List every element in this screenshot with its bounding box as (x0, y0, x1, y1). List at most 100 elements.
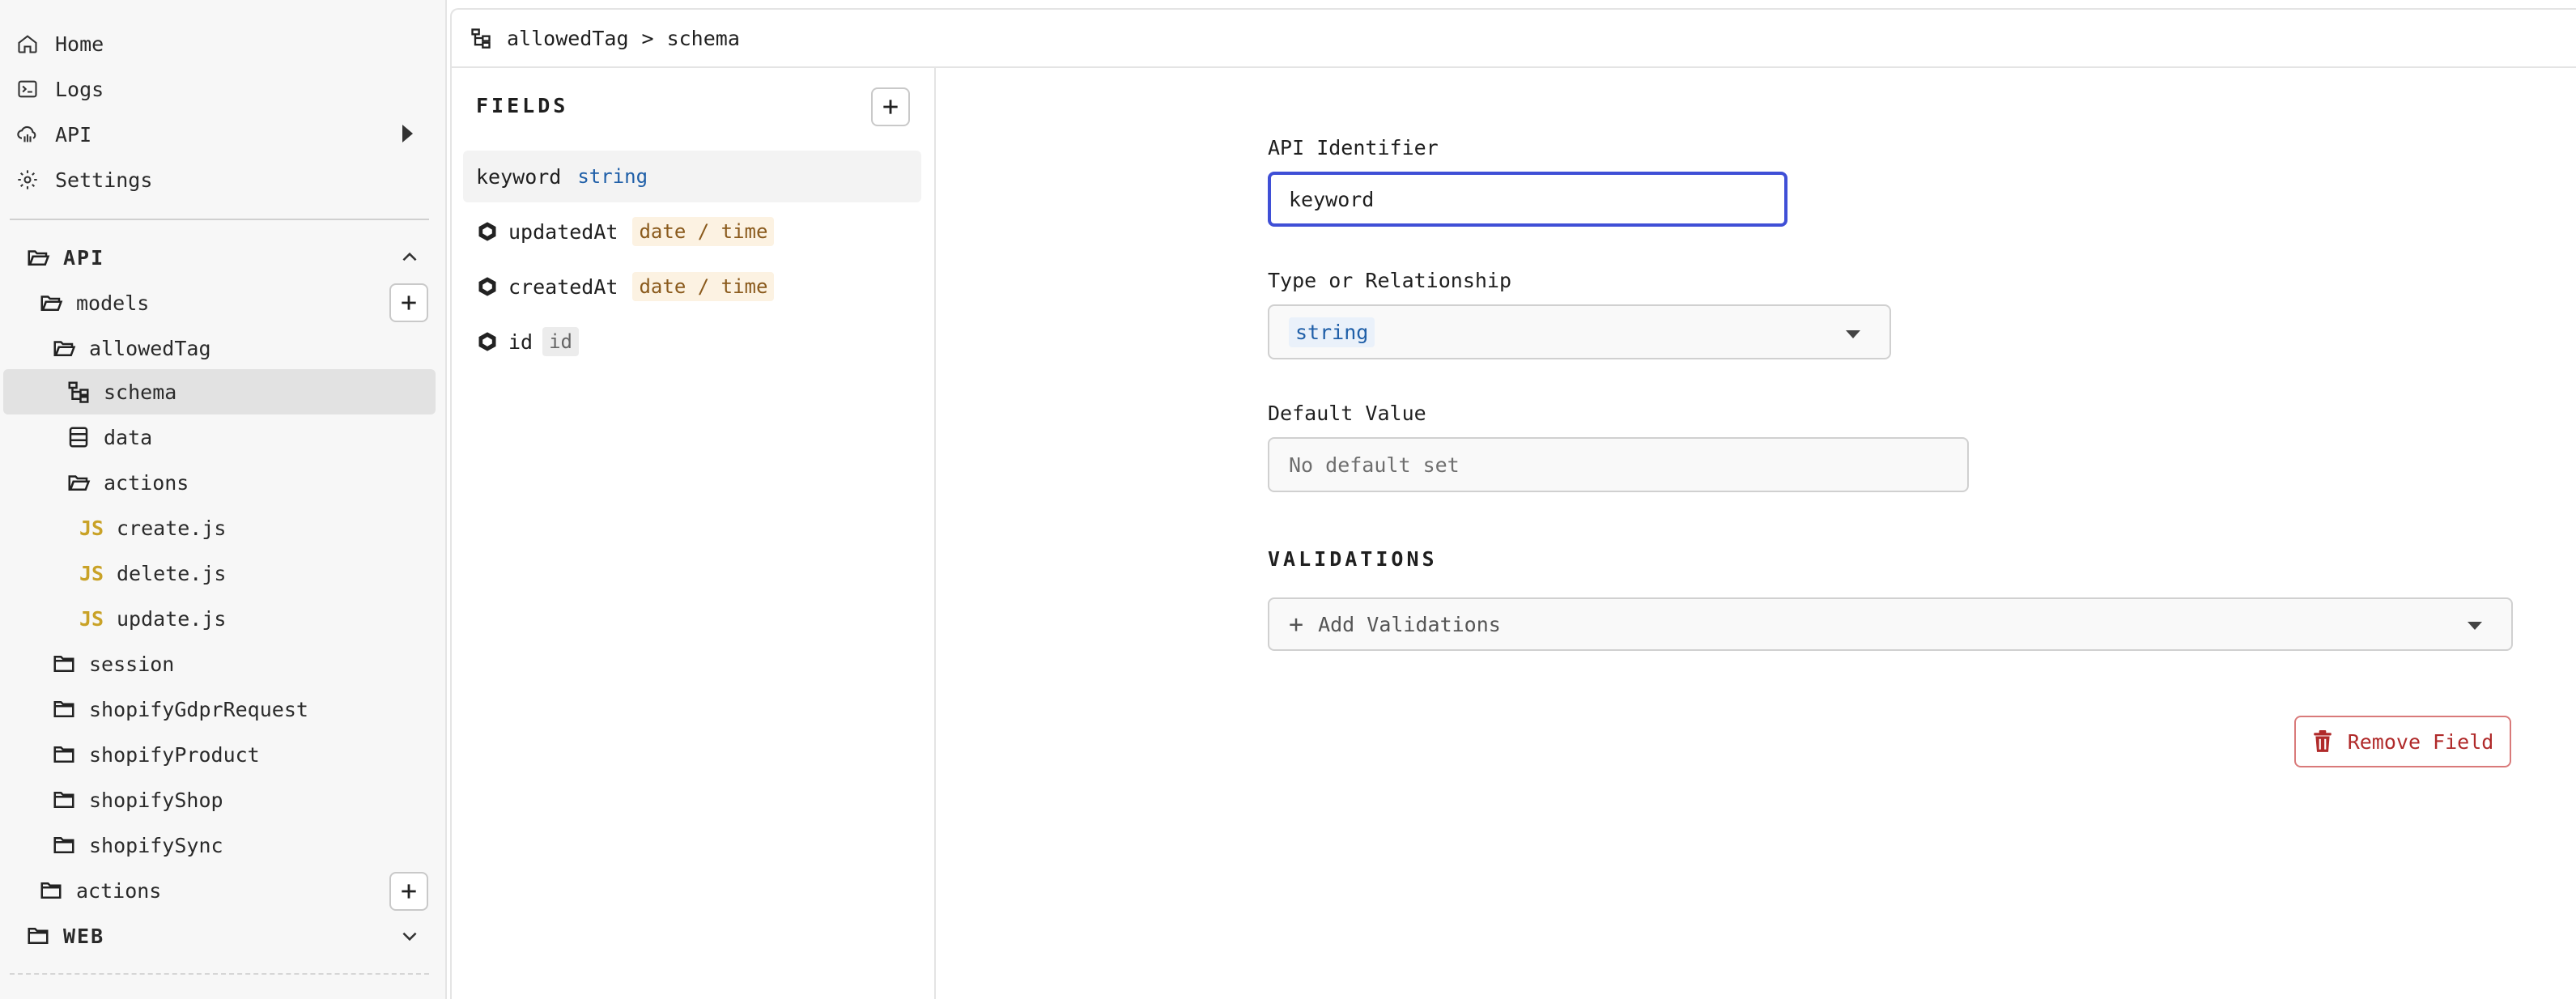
tree-item-label: models (76, 291, 150, 315)
plus-icon: + (1289, 610, 1304, 639)
field-type-badge: id (542, 327, 580, 356)
tree-item-label: actions (76, 878, 162, 903)
breadcrumb-separator: > (641, 26, 654, 50)
tree-item-label: update.js (117, 606, 227, 631)
home-icon (18, 35, 37, 53)
tree-item-model[interactable]: session (52, 643, 174, 685)
chevron-up-icon[interactable] (399, 247, 420, 268)
sidebar: Home Logs API Settings API models allowe… (0, 0, 447, 999)
field-type-badge: string (577, 165, 648, 188)
chevron-down-icon[interactable] (399, 925, 420, 946)
folder-open-icon (28, 250, 50, 266)
folder-icon (53, 837, 74, 853)
folder-open-icon (68, 475, 91, 491)
system-field-icon (478, 332, 496, 351)
gear-icon (18, 170, 37, 189)
remove-field-label: Remove Field (2347, 729, 2494, 754)
system-field-icon (478, 277, 496, 296)
field-name: updatedAt (508, 219, 618, 244)
add-validations-dropdown[interactable]: + Add Validations (1268, 597, 2513, 651)
tree-item-label: data (104, 425, 153, 449)
tree-item-label: shopifySync (89, 833, 223, 857)
folder-icon (53, 746, 74, 763)
add-field-button[interactable] (871, 87, 910, 126)
plus-icon (883, 100, 898, 114)
api-identifier-input[interactable] (1289, 187, 1784, 211)
tree-item-file[interactable]: JS create.js (79, 507, 226, 549)
nav-api[interactable]: API (16, 113, 431, 155)
fields-panel: FIELDS keyword string updatedAt date / t… (450, 68, 936, 999)
tree-item-model[interactable]: shopifySync (52, 824, 223, 866)
field-name: keyword (476, 164, 562, 189)
tree-item-label: allowedTag (89, 336, 211, 360)
api-identifier-input-wrapper (1268, 172, 1787, 227)
nav-settings[interactable]: Settings (16, 159, 431, 201)
add-validations-label: Add Validations (1318, 612, 1501, 636)
breadcrumb-parent[interactable]: allowedTag (507, 27, 629, 50)
dropdown-caret-icon (2468, 622, 2482, 630)
expand-arrow-icon[interactable] (402, 125, 413, 142)
tree-section-api[interactable]: API (26, 236, 104, 278)
type-select[interactable]: string (1268, 304, 1891, 359)
field-type-badge: date / time (632, 217, 775, 246)
type-select-value: string (1289, 317, 1375, 347)
default-value-input-wrapper (1268, 437, 1969, 492)
nav-logs-label: Logs (55, 77, 104, 101)
tree-item-label: shopifyShop (89, 788, 223, 812)
schema-icon (68, 381, 89, 403)
folder-icon (40, 882, 62, 899)
tree-item-actions[interactable]: actions (39, 869, 161, 912)
folder-icon (53, 656, 74, 672)
tree-item-file[interactable]: JS update.js (79, 597, 226, 640)
schema-icon (471, 28, 491, 49)
trash-icon (2313, 730, 2332, 752)
js-file-icon: JS (79, 606, 104, 631)
plus-icon (402, 295, 416, 310)
tree-item-model[interactable]: shopifyGdprRequest (52, 688, 308, 730)
type-label: Type or Relationship (1268, 269, 1512, 292)
add-action-button[interactable] (389, 872, 428, 911)
tree-item-model[interactable]: shopifyProduct (52, 733, 260, 776)
tree-item-label: shopifyProduct (89, 742, 260, 767)
field-row-updatedat[interactable]: updatedAt date / time (463, 206, 921, 257)
field-row-keyword[interactable]: keyword string (463, 151, 921, 202)
tree-item-file[interactable]: JS delete.js (79, 552, 226, 594)
folder-open-icon (40, 295, 63, 311)
tree-item-actions-inner[interactable]: actions (66, 461, 189, 504)
nav-logs[interactable]: Logs (16, 68, 431, 110)
add-model-button[interactable] (389, 283, 428, 322)
fields-title: FIELDS (476, 94, 569, 117)
folder-icon (53, 701, 74, 717)
field-name: createdAt (508, 274, 618, 299)
tree-item-allowedtag[interactable]: allowedTag (52, 327, 211, 369)
tree-section-web-label: WEB (63, 924, 105, 948)
plus-icon (402, 884, 416, 899)
field-row-id[interactable]: id id (463, 316, 921, 368)
default-value-input[interactable] (1289, 453, 1967, 477)
api-identifier-label: API Identifier (1268, 136, 1439, 159)
js-file-icon: JS (79, 561, 104, 585)
api-icon (17, 125, 36, 142)
app-window: Home Logs API Settings API models allowe… (0, 0, 2576, 999)
nav-settings-label: Settings (55, 168, 153, 192)
sidebar-divider (10, 973, 429, 975)
nav-home[interactable]: Home (16, 23, 431, 65)
tree-item-label: create.js (117, 516, 227, 540)
tree-item-data[interactable]: data (66, 416, 152, 458)
sidebar-divider (10, 219, 429, 220)
tree-item-label: shopifyGdprRequest (89, 697, 308, 721)
tree-item-models[interactable]: models (39, 282, 149, 324)
tree-item-label: delete.js (117, 561, 227, 585)
breadcrumb: allowedTag > schema (450, 8, 2576, 68)
default-value-label: Default Value (1268, 402, 1426, 425)
breadcrumb-current: schema (666, 26, 740, 50)
folder-open-icon (53, 341, 76, 356)
field-row-createdat[interactable]: createdAt date / time (463, 261, 921, 312)
nav-home-label: Home (55, 32, 104, 56)
tree-section-web[interactable]: WEB (26, 915, 104, 957)
folder-icon (53, 792, 74, 808)
folder-icon (28, 928, 49, 944)
tree-item-schema[interactable]: schema (66, 371, 176, 413)
remove-field-button[interactable]: Remove Field (2294, 716, 2511, 767)
tree-item-model[interactable]: shopifyShop (52, 779, 223, 821)
